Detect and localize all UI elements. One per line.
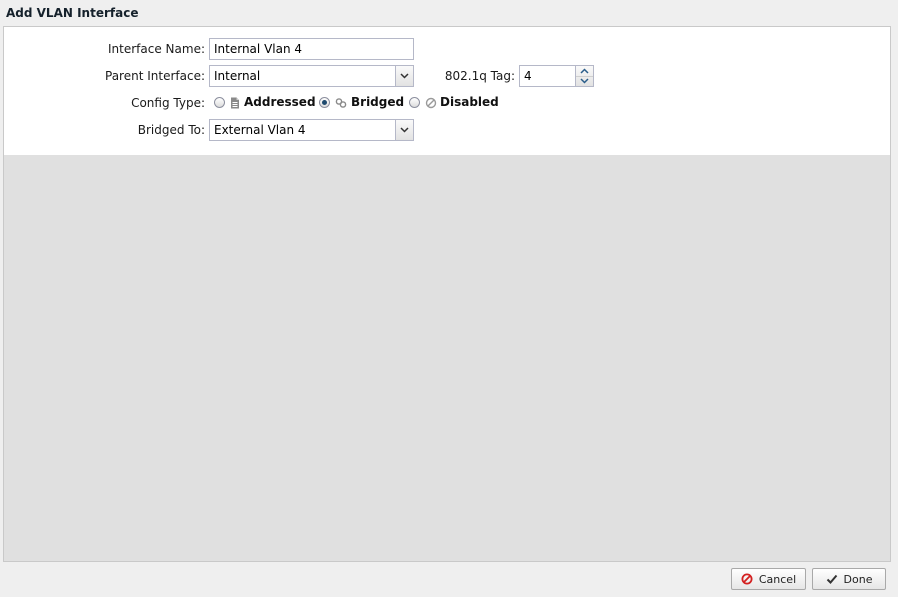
interface-name-value: Internal Vlan 4 [214,42,303,56]
checkmark-icon [826,574,837,584]
spin-down-button[interactable] [576,76,593,86]
parent-interface-select[interactable]: Internal [209,65,414,87]
document-icon [231,97,239,109]
config-type-addressed-label[interactable]: Addressed [244,95,316,109]
bridged-to-value: External Vlan 4 [214,123,306,137]
chevron-down-icon [400,127,409,133]
parent-interface-dropdown-button[interactable] [395,66,413,86]
parent-interface-value: Internal [214,69,261,83]
chevron-down-icon [400,73,409,79]
config-type-bridged-label[interactable]: Bridged [351,95,404,109]
interface-name-input[interactable]: Internal Vlan 4 [209,38,414,60]
dialog-body: Interface Name: Internal Vlan 4 Parent I… [3,26,891,562]
done-button-label: Done [843,572,873,586]
disabled-icon [425,97,437,109]
interface-name-label: Interface Name: [108,42,205,56]
bridged-to-select[interactable]: External Vlan 4 [209,119,414,141]
bridged-to-dropdown-button[interactable] [395,120,413,140]
config-type-radio-addressed[interactable] [214,97,225,108]
config-type-disabled-label[interactable]: Disabled [440,95,499,109]
vlan-tag-value: 4 [524,69,532,83]
vlan-tag-spin-buttons [575,66,593,86]
form-area: Interface Name: Internal Vlan 4 Parent I… [4,27,890,155]
cancel-button[interactable]: Cancel [731,568,806,590]
config-type-radio-disabled[interactable] [409,97,420,108]
chevron-up-icon [580,68,589,74]
config-type-label: Config Type: [131,96,205,110]
link-icon [335,98,347,108]
parent-interface-label: Parent Interface: [105,69,205,83]
vlan-tag-label: 802.1q Tag: [444,69,515,83]
vlan-tag-spinner[interactable]: 4 [519,65,594,87]
bridged-to-label: Bridged To: [137,123,205,137]
chevron-down-icon [580,78,589,84]
cancel-button-label: Cancel [758,572,797,586]
cancel-icon [741,573,753,585]
done-button[interactable]: Done [812,568,886,590]
window-title: Add VLAN Interface [6,6,139,20]
config-type-radio-bridged[interactable] [319,97,330,108]
